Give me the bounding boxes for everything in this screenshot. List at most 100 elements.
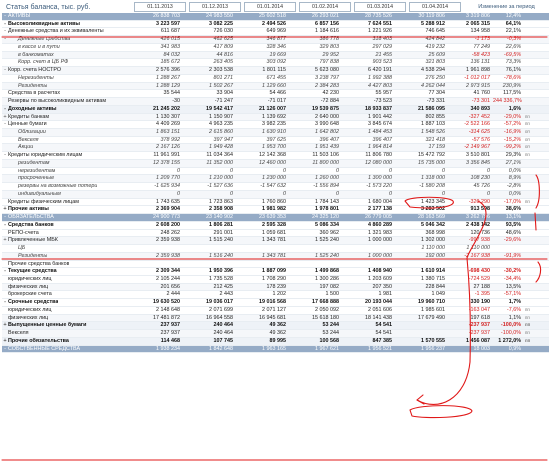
value-cell-6: 3 283 502 — [421, 206, 445, 213]
change-pct-cell: 1,7% — [508, 299, 521, 306]
value-cell-6: 321 803 — [425, 59, 446, 66]
row-label-cell: Резервы по высоколиквидным активам — [2, 98, 130, 105]
row-label: Ценные бумаги — [8, 121, 47, 128]
table-row[interactable]: + Кредиты банкам 1 130 307 1 150 907 1 139 6… — [2, 113, 549, 122]
change-chart-icon[interactable]: пп — [525, 114, 535, 121]
row-label: юридических лиц — [8, 306, 52, 313]
date-picker-6[interactable]: 01.04.2014 — [409, 2, 461, 12]
value-cell-4: -72 884 — [320, 98, 339, 105]
table-row[interactable]: - Корр. счета НОСТРО 2 576 396 2 303 538 1 8… — [2, 67, 549, 75]
table-row[interactable]: Резервы по высоколиквидным активам -30 -71… — [2, 98, 549, 106]
table-row[interactable]: юридических лиц 2 105 244 1 735 528 1 708 2… — [2, 276, 549, 284]
table-row[interactable]: Корр. счет в ЦБ РФ 185 672 263 405 303 092 7… — [2, 59, 549, 68]
date-picker-2[interactable]: 01.12.2013 — [189, 2, 241, 12]
change-chart-icon[interactable]: пп — [525, 137, 535, 144]
table-row[interactable]: - Денежные средства 426 015 462 625 346 877 3… — [2, 36, 549, 44]
row-label: Прочие активы — [8, 206, 49, 213]
value-cell-1 — [130, 245, 183, 252]
value-cell-4 — [289, 245, 342, 252]
table-row[interactable]: - Срочные средства 19 630 520 19 036 017 19 … — [2, 299, 549, 307]
table-row[interactable]: юридических лиц 2 148 648 2 071 699 2 071 1… — [2, 307, 549, 315]
change-chart-icon[interactable]: пп — [525, 129, 535, 136]
change-abs-cell: -2 522 166 — [464, 121, 490, 128]
table-row[interactable]: резидентам 12 378 155 11 352 000 12 460 000… — [2, 159, 549, 168]
row-label: СОБСТВЕННЫЕ СРЕДСТВА — [8, 345, 81, 352]
change-chart-icon[interactable]: пп — [525, 144, 535, 151]
table-row[interactable]: - Средства банков 2 608 200 1 806 281 2 595 … — [2, 222, 549, 230]
table-row[interactable]: Нерезиденты 1 288 267 801 271 671 455 3 238 … — [2, 75, 549, 83]
section-header-row[interactable]: - АКТИВЫ 26 838 703 24 983 550 25 602 518 26 … — [2, 13, 549, 21]
change-abs-cell: 340 893 — [470, 105, 491, 112]
change-chart-icon[interactable]: пп — [525, 315, 535, 322]
date-picker-1[interactable]: 01.11.2013 — [134, 2, 186, 12]
value-cell-6: 1 887 103 — [421, 121, 445, 128]
table-row[interactable]: Резиденты 1 288 129 1 502 267 1 129 660 2 38… — [2, 82, 549, 91]
table-row[interactable]: - Высоколиквидные активы 3 223 597 3 082 22… — [2, 21, 549, 29]
table-row[interactable]: - Денежные средства и их эквиваленты 611 6… — [2, 28, 549, 37]
blank-icon — [525, 222, 535, 229]
change-pct-cell: -17,0% — [503, 198, 521, 205]
change-pct-cell: -29,0% — [503, 113, 521, 120]
table-row[interactable]: - Кредиты юридическим лицам 11 961 991 11 0… — [2, 152, 549, 160]
value-cell-5: 847 385 — [372, 337, 393, 344]
table-row[interactable]: Акции 2 167 126 1 949 428 1 953 700 1 951 43… — [2, 144, 549, 153]
table-row[interactable]: + Выпущенные ценные бумаги 237 937 240 464 4… — [2, 322, 549, 331]
table-row[interactable]: Векселя 378 992 397 947 397 625 396 407 396 4… — [2, 137, 549, 145]
table-row[interactable]: Прочие средства банков — [2, 261, 549, 269]
table-row[interactable]: РЕПО-счета 248 262 291 001 1 059 681 360 962… — [2, 230, 549, 238]
change-pct-cell: 73,3% — [505, 59, 521, 66]
change-chart-icon[interactable]: пп — [525, 307, 535, 314]
row-label: АКТИВЫ — [8, 13, 31, 19]
value-cell-2: 2 358 908 — [209, 206, 233, 213]
value-cell-4: 11 503 106 — [312, 152, 339, 159]
table-row[interactable]: в кассе и в пути 341 983 417 809 328 346 329… — [2, 44, 549, 52]
table-row[interactable]: индивидуальным 0 0 0 0 0 0 0 0,0% — [2, 190, 549, 199]
value-cell-5: 4 427 803 — [368, 82, 392, 89]
row-label: Кредиты банкам — [8, 113, 50, 120]
table-row[interactable]: в банкоматах 84 032 44 816 19 669 29 952 21 4… — [2, 51, 549, 60]
table-row[interactable]: физических лиц 201 656 212 425 178 239 197 0… — [2, 283, 549, 292]
table-row[interactable]: просроченные 1 209 770 1 210 000 1 230 000 1… — [2, 175, 549, 184]
change-chart-icon[interactable]: пп — [525, 121, 535, 128]
section-header-row[interactable]: - СОБСТВЕННЫЕ СРЕДСТВА 1 938 234 1 842 648 1… — [2, 345, 549, 354]
value-cell-4: 15 618 180 — [312, 314, 339, 321]
value-cell-2: 240 464 — [213, 322, 234, 329]
change-chart-icon[interactable]: пп — [525, 199, 535, 206]
table-row[interactable]: - Текущие средства 2 309 344 1 950 396 1 887… — [2, 268, 549, 276]
change-chart-icon[interactable]: пп — [525, 152, 535, 159]
table-row[interactable]: Средства в расчетах 35 544 33 904 54 466 42 … — [2, 90, 549, 99]
table-row[interactable]: нерезидентам 0 0 0 0 0 0 0 0,0% — [2, 168, 549, 176]
date-picker-3[interactable]: 01.01.2014 — [244, 2, 296, 12]
table-row[interactable]: резервы на возможные потери -1 625 934 -1 … — [2, 183, 549, 191]
section-header-row[interactable]: - ОБЯЗАТЕЛЬСТВА 24 900 773 23 140 902 23 639… — [2, 214, 549, 222]
table-row[interactable]: физических лиц 17 481 872 16 964 558 16 945… — [2, 314, 549, 323]
table-row[interactable]: Резиденты 2 359 938 1 516 240 1 343 781 1 52… — [2, 252, 549, 261]
value-cell-5: 1 221 926 — [368, 28, 392, 35]
blank-icon — [525, 214, 535, 221]
table-row[interactable]: ЦБ 1 110 000 1 110 000 — [2, 245, 549, 253]
table-row[interactable]: + Прочие обязательства 114 468 107 745 89 99… — [2, 337, 549, 346]
change-pct-cell: 244 336,7% — [493, 98, 522, 105]
change-chart-icon[interactable]: пп — [525, 330, 535, 337]
table-row[interactable]: брокерские счета 2 444 2 443 1 202 1 500 1 98… — [2, 291, 549, 300]
table-row[interactable]: - Доходные активы 21 245 202 19 542 417 21 1… — [2, 105, 549, 114]
table-row[interactable]: Кредиты физическим лицам 1 743 635 1 723 8… — [2, 199, 549, 207]
table-row[interactable]: - Ценные бумаги 4 409 269 4 963 235 3 982 23… — [2, 121, 549, 130]
change-pct-cell: 1,6% — [508, 105, 521, 112]
date-picker-5[interactable]: 01.03.2014 — [354, 2, 406, 12]
table-row[interactable]: Облигации 1 863 151 2 615 860 1 630 910 1 64… — [2, 129, 549, 137]
blank-icon — [525, 253, 535, 260]
change-abs-cell: -2 167 938 — [464, 252, 490, 259]
change-pct-cell: 22,6% — [505, 43, 521, 50]
date-picker-4[interactable]: 01.02.2014 — [299, 2, 351, 12]
value-cell-5: 18 141 438 — [365, 314, 392, 321]
value-cell-3: 25 602 518 — [259, 13, 286, 19]
table-row[interactable]: + Прочие активы 2 369 904 2 358 908 1 981 98… — [2, 206, 549, 215]
table-row[interactable]: + Привлеченные МБК 2 359 938 1 515 240 1 343… — [2, 237, 549, 246]
table-row[interactable]: Векселя 237 937 240 464 49 362 53 244 54 541 -… — [2, 330, 549, 338]
value-cell-1: 1 863 151 — [156, 129, 180, 136]
value-cell-4: 1 500 — [325, 291, 340, 298]
change-chart-icon[interactable]: пп — [525, 322, 535, 329]
value-cell-2: 417 809 — [213, 43, 234, 50]
change-chart-icon[interactable]: пп — [525, 338, 535, 345]
